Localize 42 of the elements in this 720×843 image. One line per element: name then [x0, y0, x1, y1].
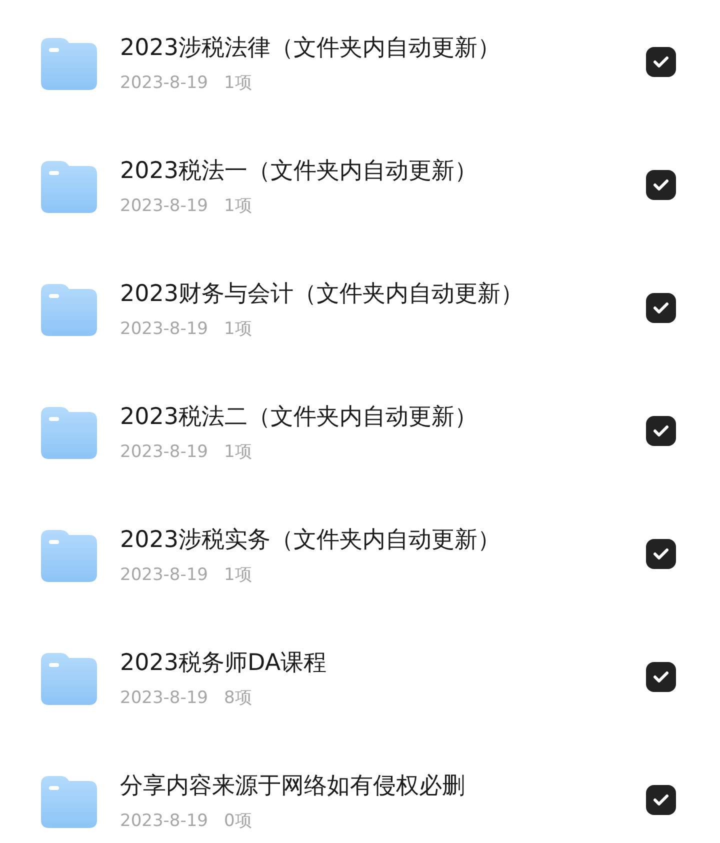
item-count: 1项 — [224, 318, 252, 340]
folder-date: 2023-8-19 — [120, 318, 208, 340]
folder-name: 2023涉税法律（文件夹内自动更新） — [120, 34, 502, 62]
item-count: 1项 — [224, 564, 252, 586]
folder-icon — [41, 38, 97, 90]
item-count: 1项 — [224, 440, 252, 464]
check-icon — [653, 794, 669, 806]
folder-name: 2023税法二（文件夹内自动更新） — [120, 402, 479, 432]
item-count: 1项 — [224, 72, 252, 94]
folder-date: 2023-8-19 — [120, 440, 208, 464]
checkbox[interactable] — [646, 170, 676, 200]
check-icon — [653, 56, 669, 68]
checkbox[interactable] — [646, 662, 676, 692]
folder-icon — [41, 776, 97, 828]
check-icon — [653, 302, 669, 314]
folder-icon — [41, 406, 97, 458]
folder-name: 2023涉税实务（文件夹内自动更新） — [120, 526, 502, 554]
folder-date: 2023-8-19 — [120, 564, 208, 586]
item-count: 8项 — [224, 686, 252, 710]
check-icon — [653, 424, 669, 436]
folder-name: 2023税务师DA课程 — [120, 648, 328, 678]
item-count: 1项 — [224, 194, 252, 218]
folder-name: 2023税法一（文件夹内自动更新） — [120, 156, 479, 186]
folder-date: 2023-8-19 — [120, 810, 208, 832]
folder-date: 2023-8-19 — [120, 194, 208, 218]
check-icon — [653, 178, 669, 190]
item-count: 0项 — [224, 810, 252, 832]
checkbox[interactable] — [646, 538, 676, 568]
folder-name: 2023财务与会计（文件夹内自动更新） — [120, 280, 525, 308]
folder-icon — [41, 530, 97, 582]
checkbox[interactable] — [646, 784, 676, 814]
checkbox[interactable] — [646, 46, 676, 76]
folder-icon — [41, 652, 97, 704]
folder-date: 2023-8-19 — [120, 72, 208, 94]
folder-icon — [41, 284, 97, 336]
folder-icon — [41, 160, 97, 212]
checkbox[interactable] — [646, 416, 676, 446]
check-icon — [653, 670, 669, 682]
check-icon — [653, 548, 669, 560]
checkbox[interactable] — [646, 292, 676, 322]
folder-name: 分享内容来源于网络如有侵权必删 — [120, 772, 466, 800]
folder-date: 2023-8-19 — [120, 686, 208, 710]
